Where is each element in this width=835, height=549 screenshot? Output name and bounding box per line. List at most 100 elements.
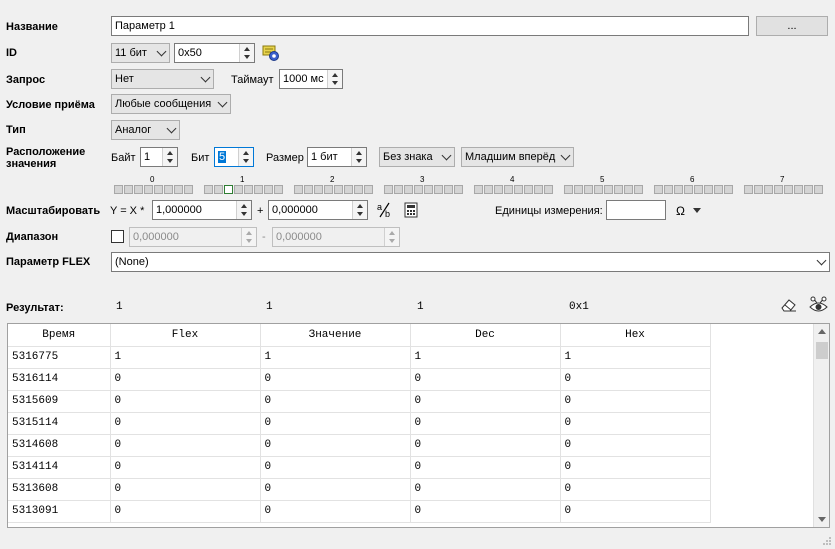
bit-cell[interactable] — [654, 185, 663, 194]
receive-condition-select[interactable]: Любые сообщения — [111, 94, 231, 114]
name-input[interactable]: Параметр 1 — [111, 16, 749, 36]
byte-spinner[interactable] — [162, 148, 177, 166]
id-spinner[interactable] — [239, 44, 254, 62]
bit-cell[interactable] — [714, 185, 723, 194]
bit-cell[interactable] — [454, 185, 463, 194]
timeout-spinner[interactable] — [327, 70, 342, 88]
bit-cell[interactable] — [254, 185, 263, 194]
column-header-hex[interactable]: Hex — [560, 324, 711, 347]
bit-spinner[interactable] — [238, 148, 253, 166]
watch-eye-icon[interactable] — [809, 296, 828, 314]
bit-cell[interactable] — [384, 185, 393, 194]
column-header-flex[interactable]: Flex — [110, 324, 261, 347]
bit-cell[interactable] — [414, 185, 423, 194]
range-max-spinner[interactable] — [384, 228, 399, 246]
bit-cell[interactable] — [144, 185, 153, 194]
id-lookup-icon[interactable] — [262, 45, 280, 62]
scrollbar-thumb[interactable] — [816, 342, 828, 359]
bit-cell[interactable] — [574, 185, 583, 194]
request-select[interactable]: Нет — [111, 69, 214, 89]
timeout-input[interactable]: 1000 мс — [279, 69, 343, 89]
table-row[interactable]: 5316775 1 1 1 1 — [8, 346, 711, 369]
scroll-down-icon[interactable] — [818, 517, 826, 522]
bit-cell[interactable] — [364, 185, 373, 194]
bit-cell[interactable] — [244, 185, 253, 194]
bit-cell[interactable] — [544, 185, 553, 194]
browse-button[interactable]: ... — [756, 16, 828, 36]
units-input[interactable] — [606, 200, 666, 220]
bit-cell[interactable] — [784, 185, 793, 194]
size-input[interactable]: 1 бит — [307, 147, 367, 167]
bit-cell[interactable] — [154, 185, 163, 194]
bit-cell[interactable] — [214, 185, 223, 194]
bit-cell[interactable] — [494, 185, 503, 194]
history-table[interactable]: Время Flex Значение Dec Hex 5316775 1 1 … — [7, 323, 830, 528]
bit-cell[interactable] — [204, 185, 213, 194]
bit-cell[interactable] — [794, 185, 803, 194]
table-row[interactable]: 5316114 0 0 0 0 — [8, 368, 711, 391]
column-header-value[interactable]: Значение — [260, 324, 411, 347]
type-select[interactable]: Аналог — [111, 120, 180, 140]
range-checkbox[interactable] — [111, 230, 124, 243]
eraser-icon[interactable] — [780, 297, 797, 313]
bit-cell[interactable] — [324, 185, 333, 194]
range-max-input[interactable]: 0,000000 — [272, 227, 400, 247]
table-scrollbar[interactable] — [813, 324, 829, 527]
fraction-icon[interactable]: a b — [376, 201, 394, 219]
table-row[interactable]: 5314608 0 0 0 0 — [8, 434, 711, 457]
bit-cell[interactable] — [624, 185, 633, 194]
bit-cell[interactable] — [724, 185, 733, 194]
bit-cell[interactable] — [684, 185, 693, 194]
bit-cell[interactable] — [474, 185, 483, 194]
bit-cell[interactable] — [394, 185, 403, 194]
bit-cell[interactable] — [174, 185, 183, 194]
bit-cell[interactable] — [224, 185, 233, 194]
bit-cell[interactable] — [564, 185, 573, 194]
bit-cell[interactable] — [534, 185, 543, 194]
bit-cell[interactable] — [404, 185, 413, 194]
bit-cell[interactable] — [694, 185, 703, 194]
byte-input[interactable]: 1 — [140, 147, 178, 167]
size-spinner[interactable] — [351, 148, 366, 166]
table-row[interactable]: 5315609 0 0 0 0 — [8, 390, 711, 413]
bit-cell[interactable] — [424, 185, 433, 194]
bit-cell[interactable] — [524, 185, 533, 194]
byte-order-select[interactable]: Младшим вперёд — [461, 147, 574, 167]
bit-cell[interactable] — [234, 185, 243, 194]
bit-cell[interactable] — [294, 185, 303, 194]
bit-cell[interactable] — [704, 185, 713, 194]
bit-cell[interactable] — [594, 185, 603, 194]
flex-select[interactable]: (None) — [111, 252, 830, 272]
bit-cell[interactable] — [744, 185, 753, 194]
bit-cell[interactable] — [314, 185, 323, 194]
bit-input[interactable]: 5 — [214, 147, 254, 167]
offset-spinner[interactable] — [352, 201, 367, 219]
bit-cell[interactable] — [804, 185, 813, 194]
bit-cell[interactable] — [504, 185, 513, 194]
scroll-up-icon[interactable] — [818, 329, 826, 334]
scale-multiplier-input[interactable]: 1,000000 — [152, 200, 252, 220]
sign-select[interactable]: Без знака — [379, 147, 455, 167]
bit-cell[interactable] — [774, 185, 783, 194]
table-row[interactable]: 5313091 0 0 0 0 — [8, 500, 711, 523]
units-symbol-button[interactable]: Ω — [676, 204, 685, 218]
bit-cell[interactable] — [814, 185, 823, 194]
column-header-dec[interactable]: Dec — [410, 324, 561, 347]
resize-grip-icon[interactable] — [822, 536, 832, 546]
table-row[interactable]: 5315114 0 0 0 0 — [8, 412, 711, 435]
range-min-input[interactable]: 0,000000 — [129, 227, 257, 247]
bit-cell[interactable] — [444, 185, 453, 194]
range-min-spinner[interactable] — [241, 228, 256, 246]
bit-cell[interactable] — [304, 185, 313, 194]
scale-offset-input[interactable]: 0,000000 — [268, 200, 368, 220]
bit-cell[interactable] — [764, 185, 773, 194]
bit-cell[interactable] — [584, 185, 593, 194]
bit-cell[interactable] — [614, 185, 623, 194]
column-header-time[interactable]: Время — [8, 324, 111, 347]
bit-cell[interactable] — [674, 185, 683, 194]
bit-cell[interactable] — [134, 185, 143, 194]
table-row[interactable]: 5314114 0 0 0 0 — [8, 456, 711, 479]
bit-cell[interactable] — [664, 185, 673, 194]
id-bits-select[interactable]: 11 бит — [111, 43, 170, 63]
bit-cell[interactable] — [484, 185, 493, 194]
